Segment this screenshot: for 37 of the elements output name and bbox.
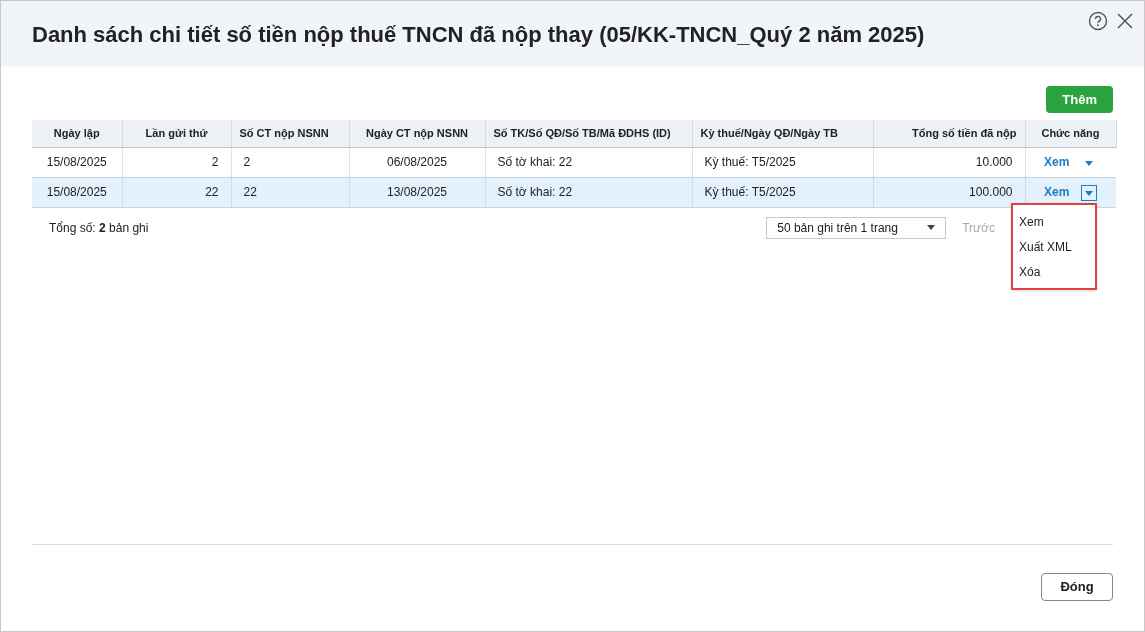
column-header: Ngày lập: [32, 120, 122, 147]
caret-icon: [1085, 190, 1094, 196]
caret-icon: [1085, 160, 1094, 166]
column-header: Tổng số tiền đã nộp: [873, 120, 1025, 147]
table-cell: 15/08/2025: [32, 177, 122, 207]
menu-item[interactable]: Xóa: [1013, 259, 1095, 284]
column-header: Số TK/Số QĐ/Số TB/Mã ĐDHS (ID): [485, 120, 692, 147]
table-cell: 13/08/2025: [349, 177, 485, 207]
record-count: Tổng số: 2 bản ghi: [49, 219, 149, 237]
table-cell: Kỳ thuế: T5/2025: [692, 177, 873, 207]
column-header: Chức năng: [1025, 120, 1116, 147]
table-cell: Số tờ khai: 22: [485, 177, 692, 207]
window-title: Danh sách chi tiết số tiền nộp thuế TNCN đã nộp thay (05/KK-TNCN_Quý 2 năm 2025): [32, 20, 925, 49]
column-header: Số CT nộp NSNN: [231, 120, 349, 147]
page-size-select[interactable]: 50 bản ghi trên 1 trang: [766, 216, 947, 239]
view-link[interactable]: Xem: [1044, 184, 1070, 199]
column-header: Lần gửi thứ: [122, 120, 231, 147]
table-cell: Số tờ khai: 22: [485, 147, 692, 177]
table-cell: 22: [122, 177, 231, 207]
table-cell: 06/08/2025: [349, 147, 485, 177]
close-button[interactable]: Đóng: [1041, 573, 1113, 601]
help-icon[interactable]: [1088, 11, 1108, 31]
menu-item[interactable]: Xuất XML: [1013, 234, 1095, 259]
table-cell: 2: [231, 147, 349, 177]
table-cell: 2: [122, 147, 231, 177]
table-cell: 15/08/2025: [32, 147, 122, 177]
menu-item[interactable]: Xem: [1013, 209, 1095, 234]
caret-icon: [927, 225, 936, 230]
table-row[interactable]: 15/08/2025 22 22 13/08/2025 Số tờ khai: 22 Kỳ thuế: T5/2025 100.000 Xem: [32, 177, 1116, 207]
table-cell: 22: [231, 177, 349, 207]
close-icon[interactable]: [1116, 12, 1134, 30]
column-header: Ngày CT nộp NSNN: [349, 120, 485, 147]
table-row[interactable]: 15/08/2025 2 2 06/08/2025 Số tờ khai: 22 Kỳ thuế: T5/2025 10.000 Xem: [32, 147, 1116, 177]
column-header: Kỳ thuế/Ngày QĐ/Ngày TB: [692, 120, 873, 147]
caret-button[interactable]: [1081, 185, 1098, 202]
table-cell: Kỳ thuế: T5/2025: [692, 147, 873, 177]
view-link[interactable]: Xem: [1044, 154, 1070, 169]
